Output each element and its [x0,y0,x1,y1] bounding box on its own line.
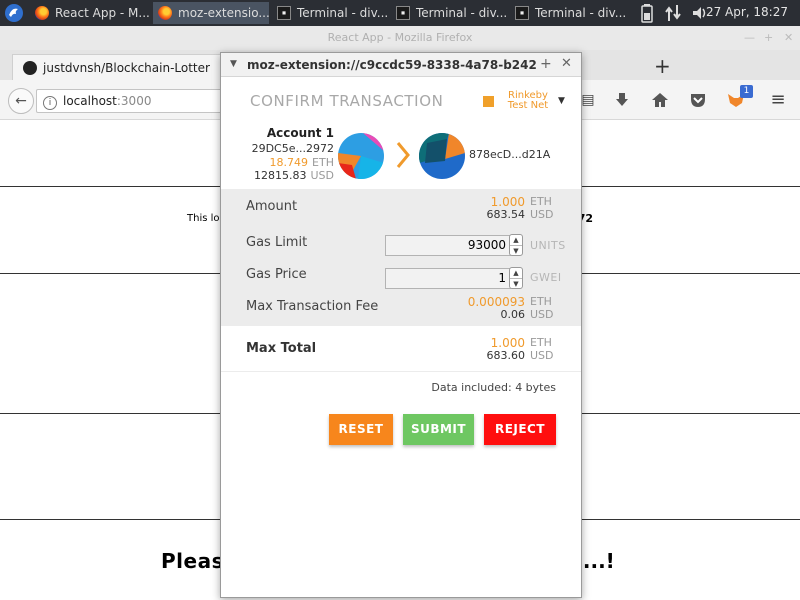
popup-title-bar: ▼ moz-extension://c9ccdc59-8338-4a78-b24… [221,53,581,77]
taskbar-task-moz-extension[interactable]: moz-extensio... [153,2,269,24]
os-menu-icon[interactable] [4,3,24,23]
url-port: :3000 [116,94,152,108]
github-icon [23,60,37,75]
to-account-identicon [419,133,465,179]
info-icon[interactable]: i [43,96,57,110]
close-window-icon[interactable]: ✕ [784,31,793,45]
page-message-left: Pleas [161,549,224,573]
popup-menu-caret-icon[interactable]: ▼ [230,59,237,69]
battery-icon[interactable] [640,3,654,23]
task-label: React App - M... [55,6,150,20]
max-total-eth-value: 1.000 [490,336,525,350]
confirm-transaction-title: CONFIRM TRANSACTION [250,92,444,110]
eth-unit: ETH [530,295,552,308]
transaction-details-section: Amount 1.000 ETH 683.54 USD Gas Limit 93… [221,189,581,326]
new-tab-button[interactable]: + [654,54,671,78]
task-label: Terminal - div... [535,6,626,20]
network-activity-icon[interactable] [664,3,682,23]
from-eth-balance: 18.749 [269,156,309,169]
eth-unit: ETH [530,336,552,349]
terminal-icon: ▪ [396,6,410,20]
section-divider [221,371,581,372]
from-eth-balance-row: 18.749 ETH [221,156,334,169]
page-partial-text: This lo [187,213,220,224]
extension-badge-count: 1 [740,85,753,98]
max-fee-eth-value: 0.000093 [467,295,525,309]
eth-unit: ETH [312,156,334,169]
popup-close-icon[interactable]: ✕ [561,56,572,71]
usd-unit: USD [530,349,554,362]
max-fee-label: Max Transaction Fee [246,299,379,314]
from-account-address: 29DC5e...2972 [251,142,334,155]
gas-price-stepper[interactable]: ▲ ▼ [509,267,523,289]
url-bar[interactable]: i localhost:3000 [36,89,236,113]
gas-price-label: Gas Price [246,267,307,282]
to-account-address: 878ecD...d21A [469,148,551,161]
stepper-up-icon[interactable]: ▲ [510,235,522,245]
metamask-popup-window: ▼ moz-extension://c9ccdc59-8338-4a78-b24… [220,52,582,598]
max-total-usd-value: 683.60 [486,349,526,362]
browser-title-bar: React App - Mozilla Firefox — + ✕ [0,26,800,50]
download-icon[interactable] [612,90,632,110]
usd-unit: USD [310,169,334,182]
firefox-icon [158,6,172,20]
taskbar-task-terminal-2[interactable]: ▪ Terminal - div... [391,2,507,24]
tab-title: justdvnsh/Blockchain-Lotter [43,60,210,75]
data-included-note: Data included: 4 bytes [431,381,556,394]
popup-maximize-icon[interactable]: + [540,56,552,72]
submit-button[interactable]: SUBMIT [403,414,474,445]
from-usd-balance-row: 12815.83 USD [221,169,334,182]
from-account-identicon [338,133,384,179]
back-button[interactable]: ← [8,88,34,114]
network-dropdown-chevron-icon[interactable]: ▼ [558,96,565,106]
hamburger-menu-icon[interactable]: ≡ [768,90,788,110]
taskbar-clock[interactable]: 27 Apr, 18:27 [706,5,788,19]
from-account-name: Account 1 [266,126,334,140]
transfer-arrow-icon [396,142,410,168]
gas-limit-input[interactable]: 93000 [385,235,511,256]
terminal-icon: ▪ [515,6,529,20]
pocket-icon[interactable] [688,90,708,110]
stepper-down-icon[interactable]: ▼ [510,245,522,255]
usd-unit: USD [530,208,554,221]
terminal-icon: ▪ [277,6,291,20]
network-status-icon [483,96,494,107]
browser-window-title: React App - Mozilla Firefox [327,31,473,44]
stepper-down-icon[interactable]: ▼ [510,278,522,288]
maximize-icon[interactable]: + [764,31,773,45]
url-host: localhost [63,94,117,108]
gas-price-unit: GWEI [530,271,562,284]
task-label: moz-extensio... [178,6,269,20]
popup-window-title: moz-extension://c9ccdc59-8338-4a78-b242-… [247,58,537,72]
taskbar-task-terminal-3[interactable]: ▪ Terminal - div... [510,2,626,24]
amount-eth-value: 1.000 [490,195,525,209]
amount-usd-value: 683.54 [486,208,526,221]
firefox-icon [35,6,49,20]
task-label: Terminal - div... [297,6,388,20]
task-label: Terminal - div... [416,6,507,20]
gas-price-input[interactable]: 1 [385,268,511,289]
taskbar-task-terminal-1[interactable]: ▪ Terminal - div... [272,2,388,24]
reject-button[interactable]: REJECT [484,414,556,445]
home-icon[interactable] [650,90,670,110]
browser-tab-github[interactable]: justdvnsh/Blockchain-Lotter [12,54,232,80]
gas-limit-stepper[interactable]: ▲ ▼ [509,234,523,256]
max-total-label: Max Total [246,341,317,356]
stepper-up-icon[interactable]: ▲ [510,268,522,278]
from-usd-balance: 12815.83 [253,169,307,182]
gas-limit-unit: UNITS [530,239,566,252]
eth-unit: ETH [530,195,552,208]
network-selector[interactable]: Rinkeby Test Net [505,91,551,111]
usd-unit: USD [530,308,554,321]
system-taskbar: React App - M... moz-extensio... ▪ Termi… [0,0,800,26]
gas-limit-label: Gas Limit [246,235,308,250]
minimize-icon[interactable]: — [744,31,755,45]
max-fee-usd-value: 0.06 [500,308,526,321]
taskbar-task-react-app[interactable]: React App - M... [30,2,150,24]
amount-label: Amount [246,199,298,214]
reset-button[interactable]: RESET [329,414,393,445]
